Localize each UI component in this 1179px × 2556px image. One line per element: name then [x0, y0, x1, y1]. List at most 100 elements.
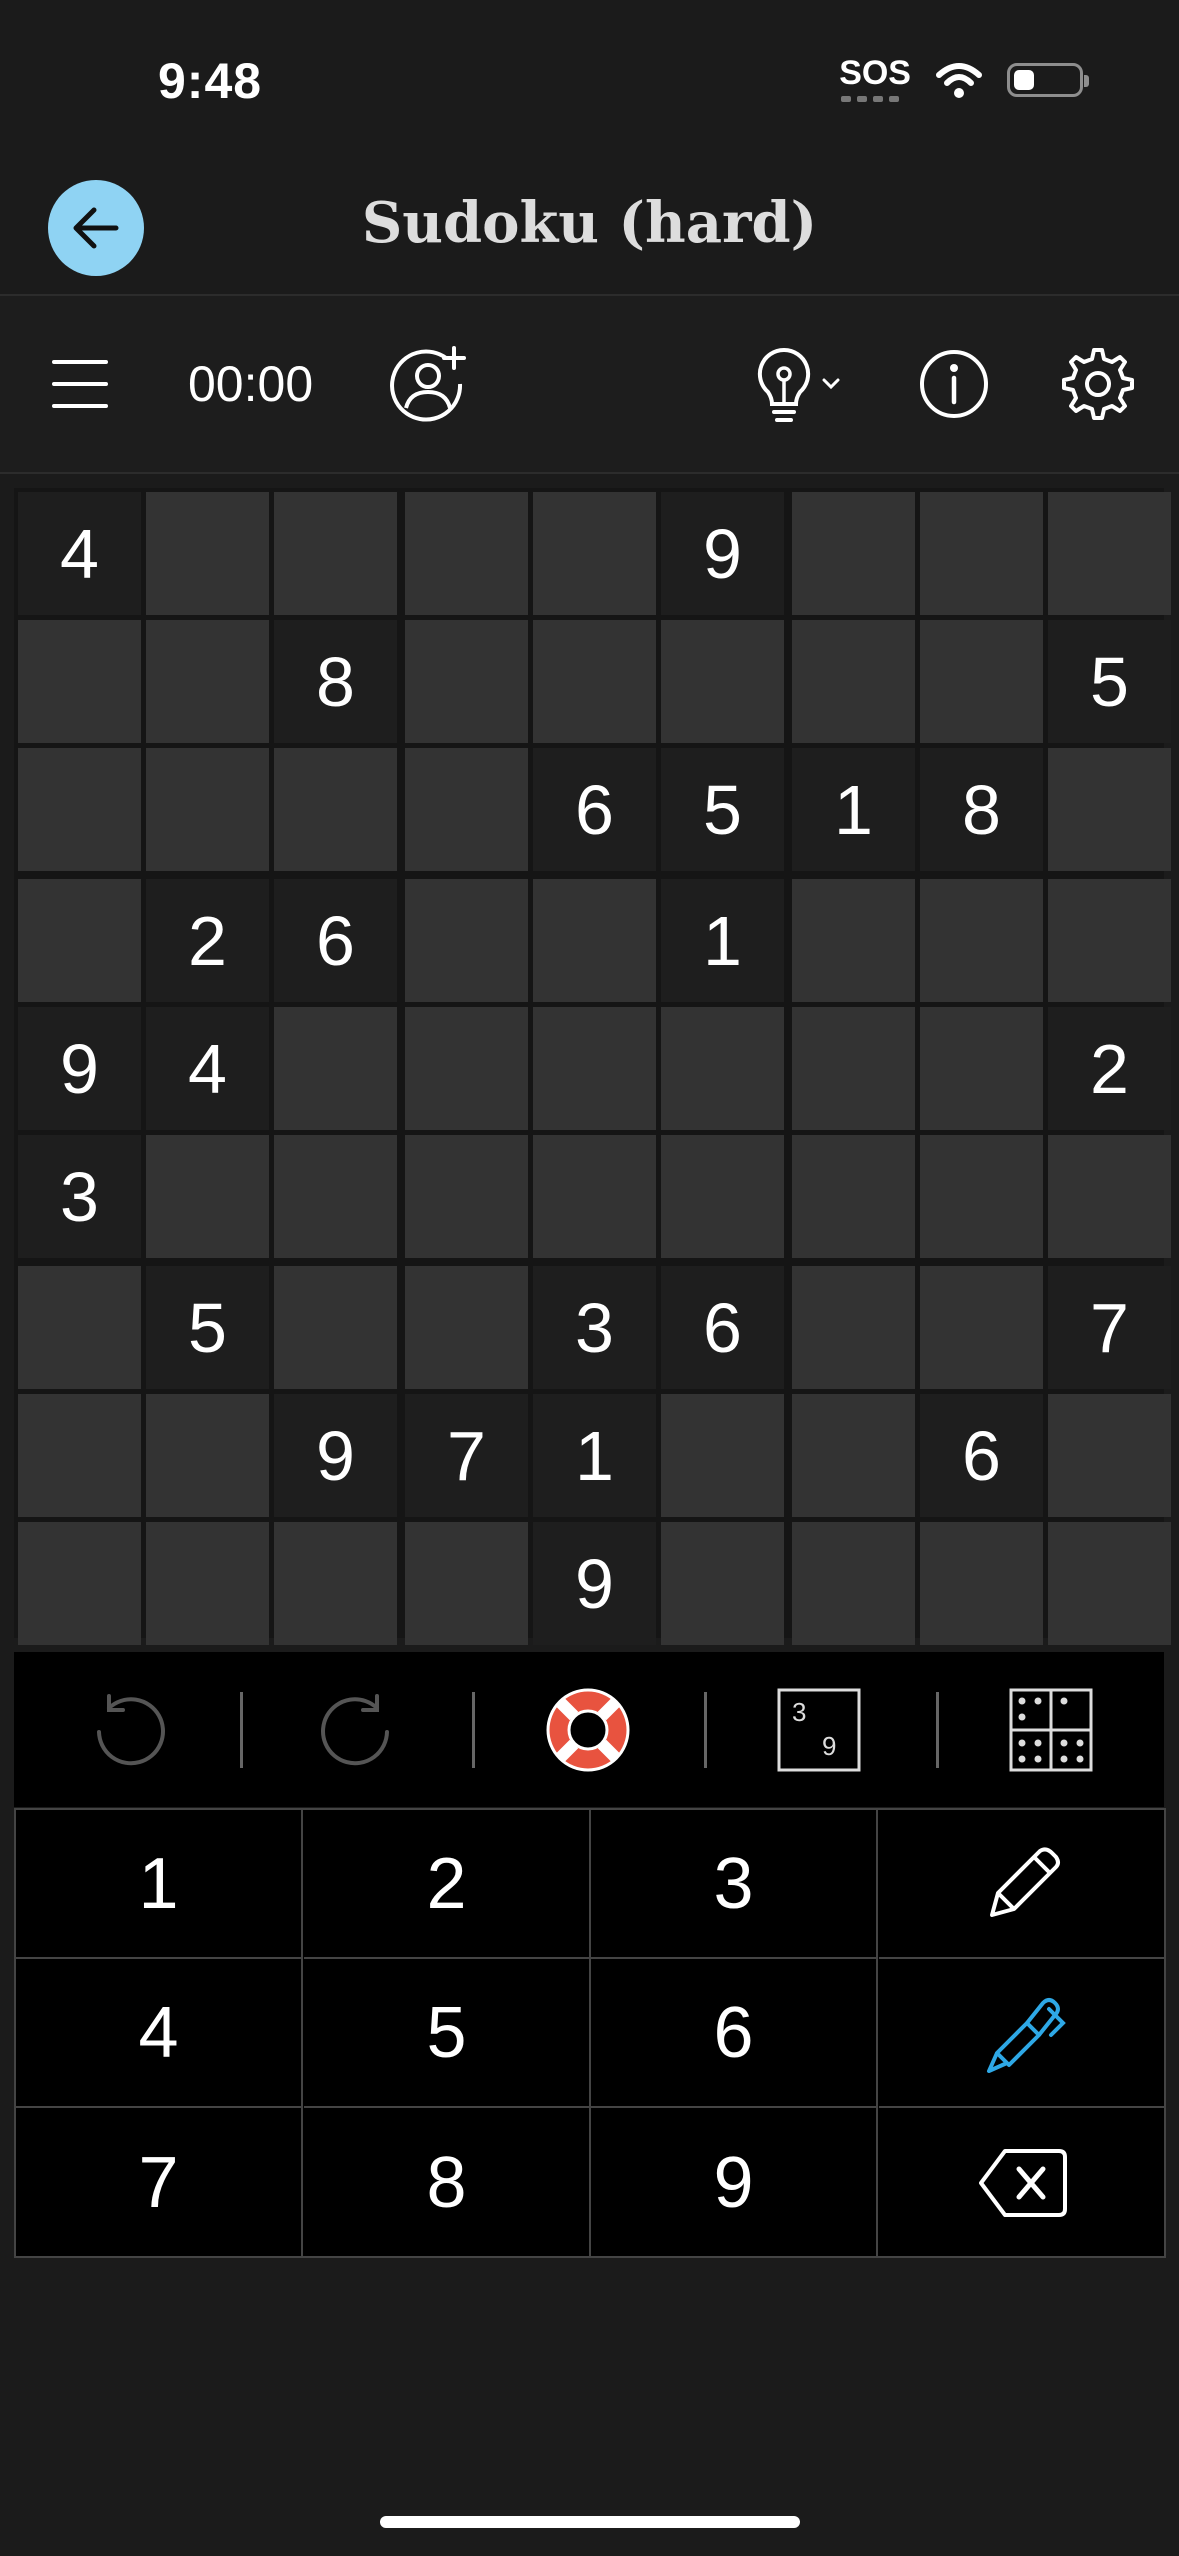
- sudoku-cell[interactable]: [533, 1135, 656, 1258]
- redo-button[interactable]: [282, 1652, 432, 1807]
- sudoku-cell[interactable]: [792, 1394, 915, 1517]
- sudoku-cell[interactable]: [1048, 879, 1171, 1002]
- sudoku-cell[interactable]: [274, 748, 397, 871]
- sudoku-cell[interactable]: 8: [920, 748, 1043, 871]
- sudoku-cell[interactable]: [1048, 1522, 1171, 1645]
- sudoku-cell[interactable]: [18, 748, 141, 871]
- sudoku-cell[interactable]: [792, 620, 915, 743]
- sudoku-cell[interactable]: [1048, 1135, 1171, 1258]
- sudoku-cell[interactable]: [405, 879, 528, 1002]
- sudoku-cell[interactable]: [146, 748, 269, 871]
- sudoku-cell[interactable]: [920, 1522, 1043, 1645]
- sudoku-cell[interactable]: [405, 1266, 528, 1389]
- sudoku-cell[interactable]: [920, 1135, 1043, 1258]
- sudoku-cell[interactable]: [146, 620, 269, 743]
- sudoku-cell[interactable]: [661, 620, 784, 743]
- erase-button[interactable]: [879, 2108, 1166, 2257]
- sudoku-cell[interactable]: [661, 1135, 784, 1258]
- sudoku-cell[interactable]: [661, 1394, 784, 1517]
- sudoku-cell[interactable]: [1048, 748, 1171, 871]
- sudoku-cell[interactable]: [405, 1522, 528, 1645]
- sudoku-cell[interactable]: 3: [18, 1135, 141, 1258]
- notes-toggle-button[interactable]: 3 9: [744, 1652, 894, 1807]
- sudoku-cell[interactable]: 6: [274, 879, 397, 1002]
- sudoku-cell[interactable]: [661, 1007, 784, 1130]
- sudoku-cell[interactable]: [274, 492, 397, 615]
- digit-key-9[interactable]: 9: [591, 2108, 878, 2257]
- sudoku-cell[interactable]: [920, 492, 1043, 615]
- sudoku-cell[interactable]: [146, 1135, 269, 1258]
- menu-button[interactable]: [40, 296, 120, 472]
- sudoku-cell[interactable]: [18, 1394, 141, 1517]
- sudoku-cell[interactable]: 3: [533, 1266, 656, 1389]
- sudoku-cell[interactable]: [274, 1522, 397, 1645]
- sudoku-cell[interactable]: [146, 1522, 269, 1645]
- sudoku-cell[interactable]: [533, 1007, 656, 1130]
- candidates-button[interactable]: [976, 1652, 1126, 1807]
- sudoku-cell[interactable]: 7: [1048, 1266, 1171, 1389]
- sudoku-cell[interactable]: [920, 1007, 1043, 1130]
- sudoku-cell[interactable]: [18, 879, 141, 1002]
- hint-button[interactable]: [742, 296, 852, 472]
- sudoku-cell[interactable]: [274, 1266, 397, 1389]
- sudoku-cell[interactable]: 2: [146, 879, 269, 1002]
- sudoku-cell[interactable]: [405, 620, 528, 743]
- sudoku-cell[interactable]: 6: [920, 1394, 1043, 1517]
- sudoku-cell[interactable]: [405, 1007, 528, 1130]
- sudoku-cell[interactable]: 6: [533, 748, 656, 871]
- sudoku-cell[interactable]: [533, 492, 656, 615]
- sudoku-cell[interactable]: 4: [146, 1007, 269, 1130]
- sudoku-cell[interactable]: [274, 1007, 397, 1130]
- digit-key-4[interactable]: 4: [16, 1959, 303, 2108]
- sudoku-cell[interactable]: 9: [18, 1007, 141, 1130]
- sudoku-cell[interactable]: [792, 492, 915, 615]
- sudoku-cell[interactable]: 5: [146, 1266, 269, 1389]
- sudoku-cell[interactable]: [920, 620, 1043, 743]
- digit-key-2[interactable]: 2: [304, 1810, 591, 1959]
- sudoku-cell[interactable]: 9: [274, 1394, 397, 1517]
- sudoku-cell[interactable]: [146, 1394, 269, 1517]
- sudoku-cell[interactable]: [920, 879, 1043, 1002]
- sudoku-cell[interactable]: 5: [1048, 620, 1171, 743]
- sudoku-cell[interactable]: [792, 1135, 915, 1258]
- sudoku-cell[interactable]: [274, 1135, 397, 1258]
- info-button[interactable]: [914, 296, 994, 472]
- sudoku-cell[interactable]: 4: [18, 492, 141, 615]
- pen-mode-button[interactable]: [879, 1959, 1166, 2108]
- undo-button[interactable]: [54, 1652, 204, 1807]
- sudoku-cell[interactable]: [18, 1522, 141, 1645]
- digit-key-3[interactable]: 3: [591, 1810, 878, 1959]
- sudoku-cell[interactable]: 1: [533, 1394, 656, 1517]
- sudoku-cell[interactable]: [405, 1135, 528, 1258]
- sudoku-cell[interactable]: 5: [661, 748, 784, 871]
- sudoku-cell[interactable]: 2: [1048, 1007, 1171, 1130]
- sudoku-cell[interactable]: 1: [792, 748, 915, 871]
- sudoku-cell[interactable]: [1048, 492, 1171, 615]
- sudoku-cell[interactable]: [792, 1522, 915, 1645]
- sudoku-cell[interactable]: 7: [405, 1394, 528, 1517]
- sudoku-cell[interactable]: 1: [661, 879, 784, 1002]
- help-button[interactable]: [513, 1652, 663, 1807]
- sudoku-cell[interactable]: [405, 492, 528, 615]
- sudoku-cell[interactable]: [792, 879, 915, 1002]
- digit-key-8[interactable]: 8: [304, 2108, 591, 2257]
- sudoku-cell[interactable]: 9: [661, 492, 784, 615]
- sudoku-cell[interactable]: [405, 748, 528, 871]
- sudoku-cell[interactable]: [533, 879, 656, 1002]
- sudoku-cell[interactable]: 9: [533, 1522, 656, 1645]
- digit-key-1[interactable]: 1: [16, 1810, 303, 1959]
- sudoku-cell[interactable]: [18, 1266, 141, 1389]
- pencil-mode-button[interactable]: [879, 1810, 1166, 1959]
- sudoku-cell[interactable]: [1048, 1394, 1171, 1517]
- digit-key-5[interactable]: 5: [304, 1959, 591, 2108]
- invite-player-button[interactable]: [388, 296, 468, 472]
- sudoku-cell[interactable]: [792, 1266, 915, 1389]
- sudoku-cell[interactable]: [792, 1007, 915, 1130]
- sudoku-cell[interactable]: [18, 620, 141, 743]
- digit-key-7[interactable]: 7: [16, 2108, 303, 2257]
- sudoku-cell[interactable]: [661, 1522, 784, 1645]
- sudoku-cell[interactable]: [533, 620, 656, 743]
- sudoku-cell[interactable]: [920, 1266, 1043, 1389]
- sudoku-cell[interactable]: [146, 492, 269, 615]
- sudoku-cell[interactable]: 8: [274, 620, 397, 743]
